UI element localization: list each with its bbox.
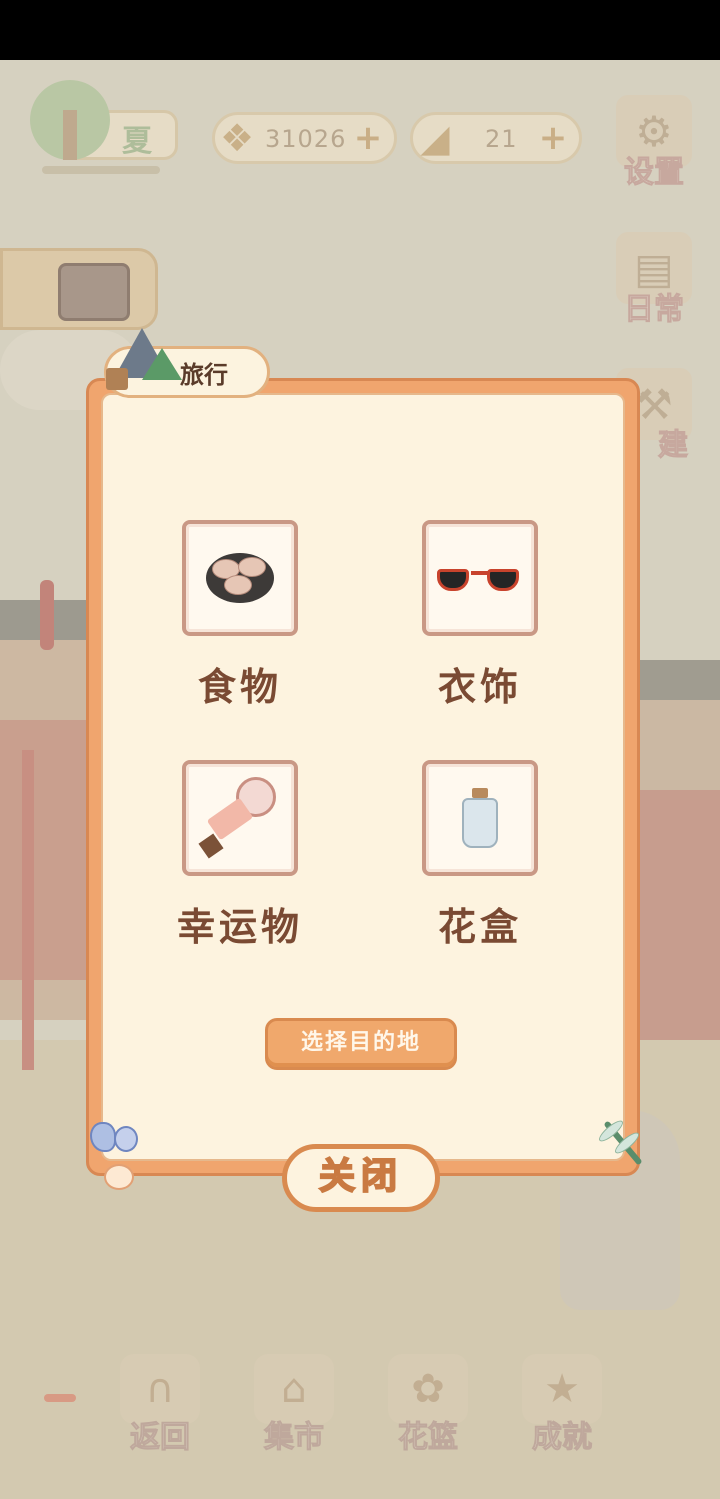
basket-label: 花篮 — [398, 1420, 459, 1456]
cheese-count: 21 — [485, 125, 518, 153]
bottom-nav: ∩ 返回 ⌂ 集市 ✿ 花篮 ★ 成就 — [0, 1350, 720, 1460]
right-building — [630, 660, 720, 1040]
glass-bottle-icon — [462, 788, 498, 848]
right-building-wall — [630, 790, 720, 1040]
accessory-label: 衣饰 — [437, 665, 522, 709]
accessory-frame — [422, 520, 538, 636]
fish-currency: ❖ 31026 + — [212, 112, 397, 164]
category-lucky-charm[interactable]: 幸运物 — [165, 760, 315, 950]
butterfly-icon — [90, 1122, 150, 1196]
lamp-pillar — [22, 750, 34, 1070]
mountain-icon — [104, 328, 182, 390]
category-accessory[interactable]: 衣饰 — [405, 520, 555, 710]
lucky-charm-icon — [198, 773, 280, 863]
daily-label: 日常 — [624, 292, 685, 328]
food-label: 食物 — [197, 665, 282, 709]
market-button[interactable]: ⌂ 集市 — [246, 1350, 342, 1456]
signpost — [106, 368, 128, 390]
settings-label: 设置 — [624, 155, 685, 191]
add-fish-button[interactable]: + — [352, 121, 384, 155]
cheese-icon: ◢ — [420, 116, 450, 160]
season-label: 夏 — [122, 124, 152, 159]
season-indicator[interactable]: 夏 — [30, 80, 180, 175]
modal-title: 旅行 — [180, 361, 228, 389]
market-label: 集市 — [264, 1420, 325, 1456]
dragonfly-icon — [592, 1112, 656, 1172]
daily-button[interactable]: ▤ 日常 — [612, 232, 696, 332]
lucky-charm-label: 幸运物 — [176, 905, 303, 949]
season-progress-bar — [42, 166, 160, 174]
category-flower-box[interactable]: 花盒 — [405, 760, 555, 950]
sunglasses-icon — [437, 563, 523, 593]
food-frame — [182, 520, 298, 636]
fish-count: 31026 — [265, 125, 347, 153]
add-cheese-button[interactable]: + — [537, 121, 569, 155]
lucky-charm-frame — [182, 760, 298, 876]
cheese-currency: ◢ 21 + — [410, 112, 582, 164]
back-button[interactable]: ∩ 返回 — [112, 1350, 208, 1456]
collapse-nav-button[interactable] — [44, 1394, 76, 1402]
category-food[interactable]: 食物 — [165, 520, 315, 710]
close-button[interactable]: 关闭 — [282, 1144, 440, 1212]
achievement-button[interactable]: ★ 成就 — [514, 1350, 610, 1456]
choose-destination-button[interactable]: 选择目的地 — [265, 1018, 457, 1070]
food-plate-icon — [206, 553, 274, 603]
bag-tab[interactable] — [0, 248, 158, 330]
fishbone-icon: ❖ — [219, 116, 255, 160]
left-building-wall — [0, 720, 90, 980]
briefcase-icon — [58, 263, 130, 321]
status-bar — [0, 0, 720, 60]
tree-trunk — [63, 110, 77, 160]
back-label: 返回 — [130, 1420, 191, 1456]
right-building-roof — [630, 660, 720, 700]
flower-box-frame — [422, 760, 538, 876]
achievement-label: 成就 — [532, 1420, 593, 1456]
flower-box-label: 花盒 — [437, 905, 522, 949]
settings-button[interactable]: ⚙ 设置 — [612, 95, 696, 195]
mountain-hill — [142, 348, 182, 380]
flower-basket-button[interactable]: ✿ 花篮 — [380, 1350, 476, 1456]
left-building — [0, 600, 90, 1020]
lantern — [40, 580, 54, 650]
